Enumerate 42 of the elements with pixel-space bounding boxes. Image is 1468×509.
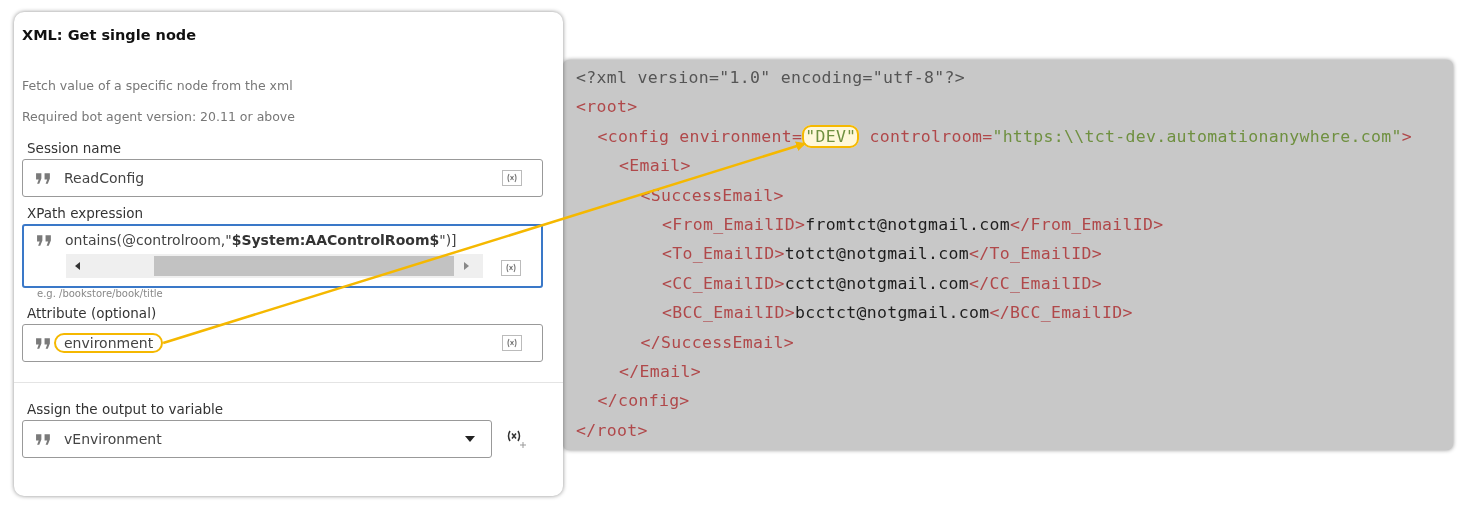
description-text: Fetch value of a specific node from the xml [22,78,294,95]
code-line: <SuccessEmail> [639,184,785,207]
scroll-right-icon[interactable] [462,261,470,271]
code-line: <CC_EmailID>cctct@notgmail.com</CC_EmailID> [661,272,1104,295]
scroll-left-icon[interactable] [74,261,82,271]
quote-icon [35,432,52,446]
quote-icon [35,171,52,185]
field-label: Session name [27,140,123,156]
input-field[interactable]: ReadConfig [22,159,543,197]
add-variable-icon[interactable] [506,429,528,449]
dropdown-value: vEnvironment [64,431,162,447]
code-line: </SuccessEmail> [639,331,795,354]
field-label: Attribute (optional) [27,305,158,321]
caret-icon [465,436,475,442]
input-field[interactable]: environment [22,324,543,362]
code-line: <Email> [618,155,692,178]
field-hint: e.g. /bookstore/book/title [37,288,164,299]
input-field[interactable]: ontains(@controlroom,"$System:AAControlRoom$")] [22,224,543,288]
code-line: <BCC_EmailID>bcctct@notgmail.com</BCC_EmailID> [661,302,1134,325]
quote-icon [36,233,53,247]
panel-title: XML: Get single node [22,27,198,43]
variable-dropdown[interactable]: vEnvironment [22,420,492,458]
field-value: ReadConfig [64,170,145,186]
variable-icon[interactable] [502,335,522,351]
code-line: <config environment= "DEV" controlroom="https:\\tct-dev.automationanywhere.com"> [596,124,1413,150]
horizontal-scrollbar[interactable] [66,254,483,278]
code-line: <root> [576,96,639,119]
field-value: ontains(@controlroom,"$System:AAControlRoom$")] [65,232,457,248]
scroll-thumb[interactable] [154,256,454,276]
variable-icon[interactable] [501,260,521,276]
field-value: environment [54,333,164,353]
code-line: </Email> [618,360,702,383]
field-label: XPath expression [27,205,144,221]
quote-icon [35,336,52,350]
code-line: <To_EmailID>totct@notgmail.com</To_EmailID> [661,243,1104,266]
description-text: Required bot agent version: 20.11 or above [22,109,296,126]
code-line: <From_EmailID>fromtct@notgmail.com</From_EmailID> [661,213,1165,236]
code-line: </config> [596,390,691,413]
field-label: Assign the output to variable [27,401,225,417]
variable-icon[interactable] [502,170,522,186]
code-line: </root> [576,419,649,442]
code-line: <?xml version="1.0" encoding="utf-8"?> [576,67,966,89]
